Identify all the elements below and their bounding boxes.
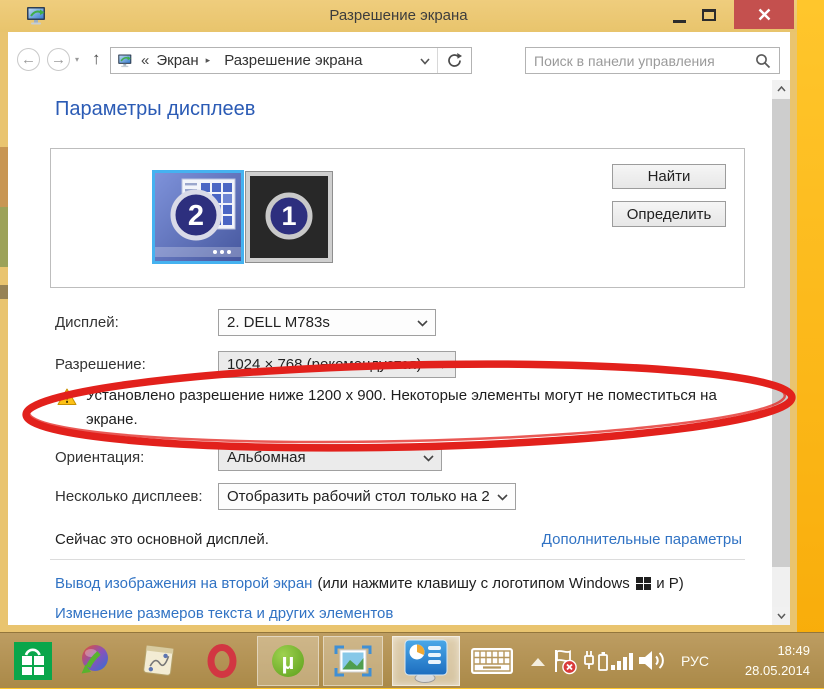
chevron-down-icon [497,494,508,501]
display-value: 2. DELL M783s [227,314,330,331]
maximize-button[interactable] [694,0,724,30]
resolution-value: 1024 × 768 (рекомендуется) [227,356,422,373]
search-box[interactable] [525,47,780,74]
up-button[interactable]: ↑ [92,49,101,69]
display-label: Дисплей: [55,314,119,331]
multiple-displays-label: Несколько дисплеев: [55,488,203,505]
desktop-icon-glimpse [0,207,8,267]
divider [50,559,745,560]
desktop-icon-glimpse [0,285,8,299]
chevron-down-icon [420,58,430,65]
desktop-icon-glimpse [0,147,8,207]
search-input[interactable] [526,52,753,69]
back-button[interactable]: ← [17,48,40,71]
photo-viewer-icon[interactable] [323,636,383,686]
action-center-flag-icon[interactable] [551,647,578,675]
notes-app-icon[interactable] [140,642,177,679]
windows-logo-icon [635,576,652,591]
breadcrumb[interactable]: « Экран ▸ Разрешение экрана [110,47,472,74]
screen-resolution-taskbar-icon[interactable] [392,636,460,686]
navigation-bar: ← → ▾ ↑ « Экран ▸ Разрешение экрана [8,32,790,80]
page-title: Параметры дисплеев [55,98,256,120]
minimize-button[interactable] [664,0,694,30]
minimize-icon [672,19,686,23]
settings-content: Параметры дисплеев 2 1 Найти Определить … [8,80,772,625]
resolution-warning-text: Установлено разрешение ниже 1200 x 900. … [86,387,717,428]
close-button[interactable] [734,0,794,29]
clock-date: 28.05.2014 [744,662,810,678]
breadcrumb-item-screen[interactable]: Экран [156,52,198,69]
breadcrumb-display-icon [117,53,134,69]
close-icon [758,8,770,21]
second-screen-link[interactable]: Вывод изображения на второй экран [55,575,312,592]
advanced-settings-link[interactable]: Дополнительные параметры [542,531,742,548]
scrollbar-thumb[interactable] [772,99,790,567]
utorrent-glyph: µ [282,649,295,674]
title-bar[interactable]: Разрешение экрана [0,0,797,32]
monitor-2-selected[interactable]: 2 [152,170,244,264]
touch-keyboard-icon[interactable] [470,647,514,675]
identify-button[interactable]: Определить [612,201,726,227]
chevron-up-icon [776,86,786,92]
clock-time: 18:49 [777,643,810,658]
address-dropdown-button[interactable] [413,52,437,69]
monitor-1-number: 1 [281,201,296,231]
scrollbar[interactable] [772,80,790,625]
windows-store-icon[interactable] [14,642,52,680]
breadcrumb-collapsed-icon[interactable]: « [141,52,149,69]
scroll-up-button[interactable] [772,80,790,98]
show-hidden-icons-chevron[interactable] [531,658,545,666]
screen-resolution-window: Разрешение экрана ← → ▾ ↑ « Экран ▸ Разр… [0,0,797,632]
breadcrumb-item-resolution[interactable]: Разрешение экрана [224,52,362,69]
second-screen-hint-end: и P) [656,575,684,592]
chevron-down-icon [417,320,428,327]
opera-browser-icon[interactable] [205,644,239,678]
search-icon[interactable] [755,53,771,69]
orientation-dropdown[interactable]: Альбомная [218,444,442,471]
refresh-icon [448,53,462,67]
window-border-left [0,32,8,632]
warning-icon [57,388,77,411]
display-dropdown[interactable]: 2. DELL M783s [218,309,436,336]
clock[interactable]: 18:49 28.05.2014 [745,641,810,680]
recent-pages-chevron-icon[interactable]: ▾ [75,55,79,64]
monitor-2-number: 2 [188,200,204,232]
multiple-displays-value: Отобразить рабочий стол только на 2 [227,488,490,505]
window-border-right [790,32,797,632]
text-size-link[interactable]: Изменение размеров текста и других элеме… [55,605,393,622]
forward-button[interactable]: → [47,48,70,71]
maximize-icon [702,9,716,21]
desktop: { "window": { "title": "Разрешение экран… [0,0,824,688]
primary-display-note: Сейчас это основной дисплей. [55,531,269,548]
second-screen-hint: (или нажмите клавишу с логотипом Windows [317,575,630,592]
project-to-second-screen-line: Вывод изображения на второй экран (или н… [55,575,684,592]
chevron-down-icon [776,613,786,619]
window-border-bottom [0,625,797,632]
resolution-label: Разрешение: [55,356,146,373]
scroll-down-button[interactable] [772,607,790,625]
refresh-button[interactable] [438,48,471,73]
orientation-label: Ориентация: [55,449,145,466]
chevron-down-icon [437,362,448,369]
multiple-displays-dropdown[interactable]: Отобразить рабочий стол только на 2 [218,483,516,510]
monitor-1[interactable]: 1 [246,172,332,262]
find-button[interactable]: Найти [612,164,726,189]
breadcrumb-separator-icon[interactable]: ▸ [206,55,211,66]
power-battery-icon[interactable] [582,649,609,674]
language-indicator[interactable]: РУС [675,633,715,689]
taskbar: µ РУС 18:49 28.05.2014 [0,632,824,688]
download-manager-icon[interactable] [76,643,112,679]
utorrent-icon[interactable]: µ [257,636,319,686]
orientation-value: Альбомная [227,449,306,466]
network-signal-icon[interactable] [611,652,634,670]
chevron-down-icon [423,455,434,462]
resolution-dropdown[interactable]: 1024 × 768 (рекомендуется) [218,351,456,378]
volume-icon[interactable] [638,649,667,672]
